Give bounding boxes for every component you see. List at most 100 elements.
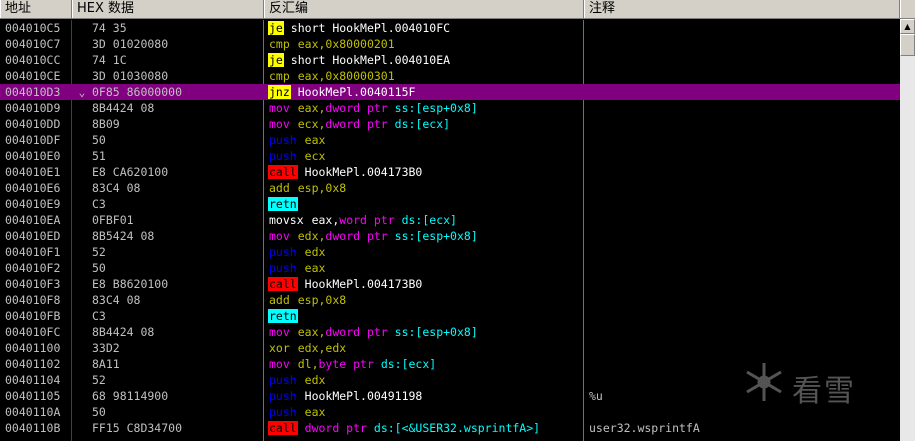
table-row[interactable]: 004010E6 83C4 08 add esp,0x8: [0, 180, 900, 196]
hex-cell: C3: [92, 309, 106, 323]
table-row[interactable]: 004010FC 8B4424 08 mov eax,dword ptr ss:[e…: [0, 324, 900, 340]
table-row[interactable]: 004010CC 74 1C je short HookMePl.004010EA: [0, 52, 900, 68]
column-header-comment[interactable]: 注释: [584, 0, 900, 18]
table-row[interactable]: 004010E9 C3 retn: [0, 196, 900, 212]
table-row[interactable]: 004010F3 E8 B8620100 call HookMePl.004173B…: [0, 276, 900, 292]
hex-cell: 74 35: [92, 21, 127, 35]
comment-cell: [589, 292, 899, 308]
disassembly-cell: call dword ptr ds:[<&USER32.wsprintfA>]: [268, 420, 582, 436]
mnemonic: push: [269, 389, 297, 403]
comment-cell: [589, 276, 899, 292]
operand: HookMePl.004173B0: [304, 277, 423, 291]
comment-cell: [589, 196, 899, 212]
table-row[interactable]: 00401100 33D2 xor edx,edx: [0, 340, 900, 356]
table-row[interactable]: 004010E0 51 push ecx: [0, 148, 900, 164]
operand: eax,dword ptr ss:[esp+0x8]: [297, 101, 478, 115]
mnemonic: call: [268, 165, 298, 179]
disassembly-cell: retn: [268, 308, 582, 324]
address-cell: 00401104: [5, 373, 61, 387]
hex-cell: 74 1C: [92, 53, 127, 67]
address-cell: 004010F8: [5, 293, 61, 307]
comment-cell: [589, 244, 899, 260]
hex-cell: 8A11: [92, 357, 120, 371]
table-row[interactable]: 004010EA 0FBF01 movsx eax,word ptr ds:[ecx…: [0, 212, 900, 228]
mnemonic: xor: [269, 341, 290, 355]
address-cell: 00401102: [5, 357, 61, 371]
mnemonic: push: [269, 261, 297, 275]
address-cell: 00401100: [5, 341, 61, 355]
address-cell: 004010CE: [5, 69, 61, 83]
disassembly-cell: mov dl,byte ptr ds:[ecx]: [268, 356, 582, 372]
mnemonic: mov: [269, 229, 290, 243]
disassembly-cell: push edx: [268, 372, 582, 388]
scroll-up-arrow-icon[interactable]: ▲: [900, 19, 915, 34]
operand: edx,edx: [297, 341, 347, 355]
table-row[interactable]: 004010DF 50 push eax: [0, 132, 900, 148]
column-header-filler: [900, 0, 915, 18]
comment-cell: [589, 180, 899, 196]
hex-cell: 33D2: [92, 341, 120, 355]
table-row[interactable]: 004010F2 50 push eax: [0, 260, 900, 276]
table-row[interactable]: 004010E1 E8 CA620100 call HookMePl.004173B…: [0, 164, 900, 180]
table-row[interactable]: 004010DD 8B09 mov ecx,dword ptr ds:[ecx]: [0, 116, 900, 132]
disassembly-cell: mov eax,dword ptr ss:[esp+0x8]: [268, 324, 582, 340]
table-row[interactable]: 004010FB C3 retn: [0, 308, 900, 324]
operand: HookMePl.0040115F: [297, 85, 416, 99]
hex-cell: 50: [92, 133, 106, 147]
operand: esp,0x8: [297, 181, 347, 195]
hex-cell: 50: [92, 405, 106, 419]
disassembly-cell: mov eax,dword ptr ss:[esp+0x8]: [268, 100, 582, 116]
address-cell: 004010FB: [5, 309, 61, 323]
column-header-hex[interactable]: HEX 数据: [72, 0, 264, 18]
operand: eax: [304, 405, 326, 419]
comment-cell: [589, 308, 899, 324]
mnemonic: call: [268, 277, 298, 291]
hex-cell: C3: [92, 197, 106, 211]
operand: eax,word ptr ds:[ecx]: [311, 213, 457, 227]
mnemonic: push: [269, 373, 297, 387]
mnemonic: push: [269, 405, 297, 419]
address-cell: 004010CC: [5, 53, 61, 67]
comment-cell: [589, 116, 899, 132]
disassembly-cell: xor edx,edx: [268, 340, 582, 356]
operand: HookMePl.00491198: [304, 389, 423, 403]
mnemonic: mov: [269, 325, 290, 339]
column-header-bar: 地址 HEX 数据 反汇编 注释: [0, 0, 915, 19]
vertical-scrollbar[interactable]: ▲: [900, 19, 915, 441]
table-row[interactable]: 0040110B FF15 C8D34700 call dword ptr ds:[…: [0, 420, 900, 436]
operand: HookMePl.004173B0: [304, 165, 423, 179]
column-header-address[interactable]: 地址: [0, 0, 72, 18]
table-row[interactable]: 004010D3 ⌄ 0F85 86000000 jnz HookMePl.00401…: [0, 84, 900, 100]
watermark: 看雪: [742, 360, 892, 410]
comment-cell: [589, 340, 899, 356]
mnemonic: je: [268, 21, 284, 35]
scroll-thumb[interactable]: [900, 34, 915, 56]
table-row[interactable]: 004010C7 3D 01020080 cmp eax,0x80000201: [0, 36, 900, 52]
mnemonic: push: [269, 133, 297, 147]
operand: ecx: [304, 149, 326, 163]
table-row[interactable]: 004010F8 83C4 08 add esp,0x8: [0, 292, 900, 308]
table-row[interactable]: 004010CE 3D 01030080 cmp eax,0x80000301: [0, 68, 900, 84]
comment-cell: [589, 260, 899, 276]
operand: eax,0x80000201: [297, 37, 395, 51]
address-cell: 004010E9: [5, 197, 61, 211]
disassembly-cell: je short HookMePl.004010EA: [268, 52, 582, 68]
hex-cell: 52: [92, 373, 106, 387]
table-row[interactable]: 004010ED 8B5424 08 mov edx,dword ptr ss:[e…: [0, 228, 900, 244]
disassembly-cell: call HookMePl.004173B0: [268, 276, 582, 292]
address-cell: 004010ED: [5, 229, 61, 243]
disassembly-cell: push eax: [268, 132, 582, 148]
disassembly-cell: movsx eax,word ptr ds:[ecx]: [268, 212, 582, 228]
comment-cell: user32.wsprintfA: [589, 421, 700, 435]
operand: edx: [304, 373, 326, 387]
table-row[interactable]: 004010C5 74 35 je short HookMePl.004010FC: [0, 20, 900, 36]
comment-cell: [589, 228, 899, 244]
mnemonic: push: [269, 245, 297, 259]
operand: esp,0x8: [297, 293, 347, 307]
table-row[interactable]: 004010D9 8B4424 08 mov eax,dword ptr ss:[e…: [0, 100, 900, 116]
mnemonic: mov: [269, 101, 290, 115]
column-header-disassembly[interactable]: 反汇编: [264, 0, 584, 18]
table-row[interactable]: 004010F1 52 push edx: [0, 244, 900, 260]
comment-cell: [589, 100, 899, 116]
hex-cell: 83C4 08: [92, 293, 141, 307]
